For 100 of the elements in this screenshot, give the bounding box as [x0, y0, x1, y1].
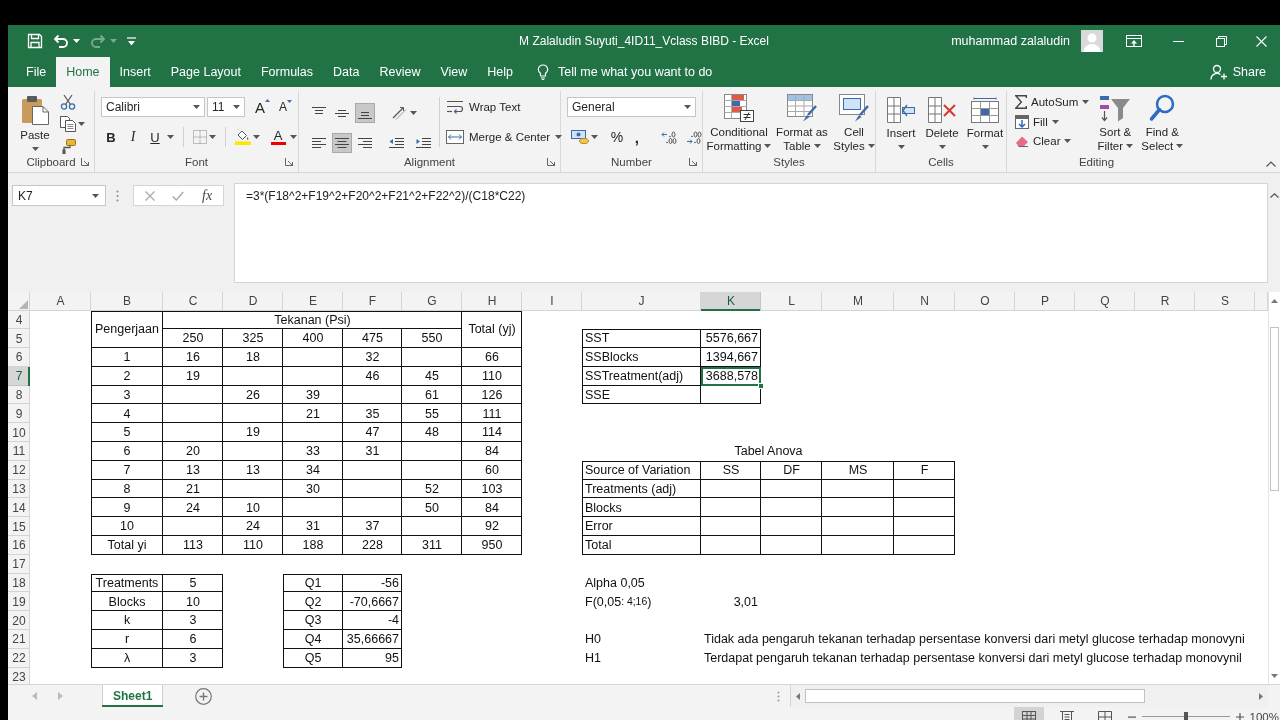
- column-header[interactable]: Q: [1075, 292, 1135, 311]
- insert-function-button[interactable]: fx: [202, 187, 213, 204]
- scroll-right-icon[interactable]: [1259, 692, 1263, 700]
- caret-icon[interactable]: [591, 135, 598, 139]
- row-header[interactable]: 11: [8, 442, 30, 461]
- copy-icon[interactable]: [60, 116, 76, 132]
- fill-handle[interactable]: [758, 382, 764, 389]
- column-header[interactable]: L: [761, 292, 822, 311]
- dialog-launcher-icon[interactable]: [547, 157, 555, 166]
- font-size-field[interactable]: 11: [207, 97, 245, 117]
- orientation-icon[interactable]: [391, 106, 407, 120]
- scroll-left-icon[interactable]: [796, 692, 800, 700]
- ribbon-tab[interactable]: View: [430, 57, 478, 87]
- scrollbar-thumb[interactable]: [1270, 327, 1279, 491]
- format-button[interactable]: Format: [964, 92, 1006, 154]
- caret-icon[interactable]: [167, 135, 174, 139]
- row-header[interactable]: 10: [8, 423, 30, 443]
- align-bottom-button[interactable]: [355, 103, 375, 123]
- increase-indent-icon[interactable]: [416, 138, 431, 148]
- increase-decimal-icon[interactable]: [660, 130, 677, 144]
- align-center-button[interactable]: [332, 133, 352, 153]
- italic-button[interactable]: I: [123, 127, 143, 147]
- cut-icon[interactable]: [60, 94, 76, 110]
- zoom-slider-thumb[interactable]: [1183, 712, 1188, 720]
- undo-icon[interactable]: [53, 34, 69, 48]
- column-header[interactable]: E: [283, 292, 343, 311]
- vertical-scrollbar[interactable]: [1268, 292, 1280, 684]
- normal-view-button[interactable]: [1013, 707, 1044, 720]
- autosum-button[interactable]: AutoSum: [1015, 95, 1090, 109]
- ribbon-tab[interactable]: Review: [369, 57, 431, 87]
- save-icon[interactable]: [27, 33, 43, 49]
- formula-field[interactable]: =3*(F18^2+F19^2+F20^2+F21^2+F22^2)/(C18*C22): [234, 183, 1268, 283]
- ribbon-display-options-icon[interactable]: [1126, 35, 1142, 47]
- font-name-field[interactable]: Calibri: [101, 97, 205, 117]
- grow-font-button[interactable]: A: [255, 98, 270, 116]
- row-header[interactable]: 20: [8, 611, 30, 631]
- column-header[interactable]: O: [955, 292, 1015, 311]
- column-header[interactable]: P: [1015, 292, 1075, 311]
- underline-button[interactable]: U: [145, 127, 165, 147]
- column-header[interactable]: B: [91, 292, 163, 311]
- close-icon[interactable]: [1255, 35, 1267, 47]
- collapse-formula-bar-icon[interactable]: [1269, 193, 1279, 198]
- caret-icon[interactable]: [73, 39, 80, 43]
- column-header[interactable]: H: [462, 292, 522, 311]
- column-header[interactable]: G: [402, 292, 462, 311]
- ribbon-tab[interactable]: Home: [56, 57, 110, 87]
- row-header[interactable]: 15: [8, 517, 30, 537]
- scrollbar-thumb[interactable]: [805, 689, 1145, 703]
- caret-icon[interactable]: [78, 122, 85, 126]
- decrease-decimal-icon[interactable]: [686, 130, 702, 144]
- bold-button[interactable]: B: [101, 127, 121, 147]
- shrink-font-button[interactable]: A: [279, 100, 293, 114]
- format-painter-icon[interactable]: [60, 138, 76, 154]
- share-button[interactable]: Share: [1209, 57, 1266, 87]
- find-button[interactable]: Find & Select: [1139, 92, 1186, 154]
- conditional-button[interactable]: Conditional Formatting: [706, 92, 772, 154]
- column-header[interactable]: J: [582, 292, 701, 311]
- zoom-level[interactable]: 100%: [1249, 710, 1280, 720]
- ribbon-tab[interactable]: Help: [477, 57, 524, 87]
- tell-me-search[interactable]: Tell me what you want to do: [558, 65, 713, 79]
- caret-icon[interactable]: [290, 135, 297, 139]
- column-header[interactable]: A: [30, 292, 91, 311]
- row-header[interactable]: 5: [8, 329, 30, 349]
- column-header[interactable]: I: [522, 292, 582, 311]
- column-header[interactable]: M: [822, 292, 894, 311]
- scroll-down-icon[interactable]: [1271, 674, 1278, 678]
- ribbon-tab[interactable]: Formulas: [250, 57, 324, 87]
- column-header[interactable]: C: [163, 292, 223, 311]
- number-format-field[interactable]: General: [567, 97, 696, 117]
- caret-icon[interactable]: [209, 135, 216, 139]
- merge-center-button[interactable]: Merge & Center: [446, 127, 563, 147]
- fill-button[interactable]: Fill: [1015, 115, 1090, 129]
- delete-button[interactable]: Delete: [922, 92, 962, 154]
- column-header[interactable]: S: [1195, 292, 1255, 311]
- minimize-icon[interactable]: [1172, 40, 1184, 42]
- font-color-button[interactable]: A: [268, 127, 288, 147]
- new-sheet-icon[interactable]: [195, 687, 213, 705]
- accounting-format-icon[interactable]: [571, 130, 589, 144]
- wrap-text-button[interactable]: Wrap Text: [446, 97, 563, 117]
- restore-icon[interactable]: [1215, 35, 1227, 47]
- column-header[interactable]: D: [223, 292, 283, 311]
- column-header[interactable]: K: [701, 292, 761, 311]
- insert-button[interactable]: Insert: [882, 92, 920, 154]
- column-header[interactable]: N: [894, 292, 955, 311]
- scroll-up-icon[interactable]: [1271, 299, 1278, 303]
- comma-style-button[interactable]: ,: [627, 127, 646, 147]
- percent-style-button[interactable]: %: [608, 127, 626, 147]
- row-header[interactable]: 14: [8, 498, 30, 518]
- row-header[interactable]: 16: [8, 536, 30, 555]
- lightbulb-icon[interactable]: [537, 64, 550, 80]
- row-header[interactable]: 6: [8, 348, 30, 367]
- customize-toolbar-icon[interactable]: [127, 36, 136, 46]
- row-header[interactable]: 9: [8, 404, 30, 424]
- collapse-ribbon-icon[interactable]: [1266, 161, 1276, 167]
- name-box[interactable]: K7: [12, 185, 106, 206]
- ribbon-tab[interactable]: File: [16, 57, 57, 87]
- sort-button[interactable]: Sort & Filter: [1093, 92, 1138, 154]
- sheet-tab[interactable]: Sheet1: [102, 685, 164, 707]
- dialog-launcher-icon[interactable]: [689, 157, 697, 166]
- dialog-launcher-icon[interactable]: [285, 157, 293, 166]
